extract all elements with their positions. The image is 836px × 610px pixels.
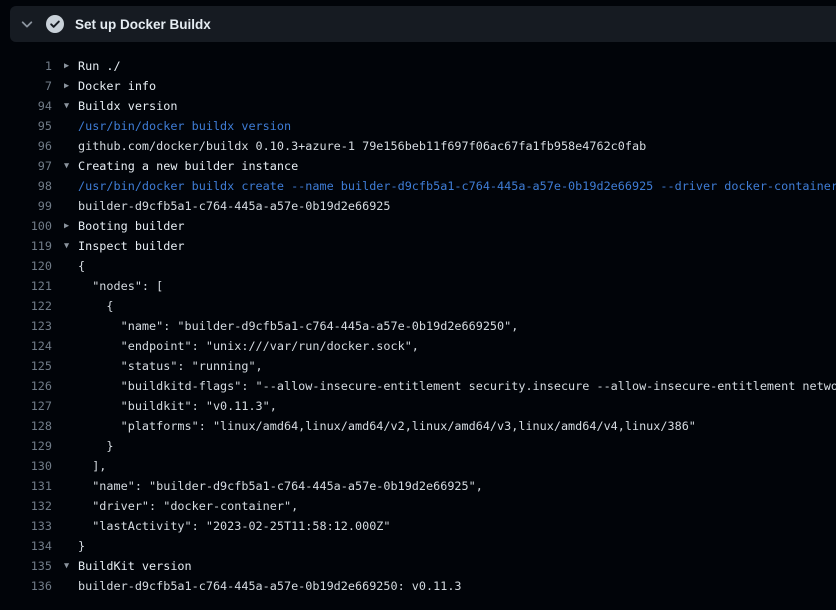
step-title: Set up Docker Buildx bbox=[75, 17, 211, 32]
group-toggle-icon[interactable]: ▼ bbox=[64, 156, 78, 176]
log-area: 1 ▶ Run ./ 7 ▶ Docker info 94 ▼ Buildx v… bbox=[0, 42, 836, 596]
log-line-text: github.com/docker/buildx 0.10.3+azure-1 … bbox=[78, 136, 646, 156]
log-line-text: Run ./ bbox=[78, 56, 121, 76]
log-line-number[interactable]: 1 bbox=[0, 56, 52, 76]
log-line-number[interactable]: 97 bbox=[0, 156, 52, 176]
log-line-text: { bbox=[78, 256, 85, 276]
log-line-number[interactable]: 126 bbox=[0, 376, 52, 396]
log-line: 120 { bbox=[0, 256, 836, 276]
log-line: 124 "endpoint": "unix:///var/run/docker.… bbox=[0, 336, 836, 356]
group-toggle-icon[interactable]: ▶ bbox=[64, 216, 78, 236]
log-line: 136 builder-d9cfb5a1-c764-445a-a57e-0b19… bbox=[0, 576, 836, 596]
log-line-text: "buildkitd-flags": "--allow-insecure-ent… bbox=[78, 376, 836, 396]
log-line-text: "name": "builder-d9cfb5a1-c764-445a-a57e… bbox=[78, 476, 483, 496]
log-line-text: "name": "builder-d9cfb5a1-c764-445a-a57e… bbox=[78, 316, 518, 336]
log-line-text: ], bbox=[78, 456, 106, 476]
log-line-number[interactable]: 95 bbox=[0, 116, 52, 136]
log-line-number[interactable]: 130 bbox=[0, 456, 52, 476]
log-line: 131 "name": "builder-d9cfb5a1-c764-445a-… bbox=[0, 476, 836, 496]
log-line-number[interactable]: 120 bbox=[0, 256, 52, 276]
log-line-number[interactable]: 99 bbox=[0, 196, 52, 216]
log-line-number[interactable]: 128 bbox=[0, 416, 52, 436]
log-line-number[interactable]: 121 bbox=[0, 276, 52, 296]
log-line: 133 "lastActivity": "2023-02-25T11:58:12… bbox=[0, 516, 836, 536]
log-line: 121 "nodes": [ bbox=[0, 276, 836, 296]
log-line-text: "status": "running", bbox=[78, 356, 263, 376]
log-line: 128 "platforms": "linux/amd64,linux/amd6… bbox=[0, 416, 836, 436]
log-line: 126 "buildkitd-flags": "--allow-insecure… bbox=[0, 376, 836, 396]
log-line-text: Buildx version bbox=[78, 96, 177, 116]
log-line-number[interactable]: 135 bbox=[0, 556, 52, 576]
log-line-number[interactable]: 119 bbox=[0, 236, 52, 256]
log-line-text: BuildKit version bbox=[78, 556, 192, 576]
log-line-text: { bbox=[78, 296, 114, 316]
group-toggle-icon[interactable]: ▶ bbox=[64, 56, 78, 76]
log-line-text: } bbox=[78, 436, 114, 456]
log-line: 95 /usr/bin/docker buildx version bbox=[0, 116, 836, 136]
log-line-text: "platforms": "linux/amd64,linux/amd64/v2… bbox=[78, 416, 696, 436]
log-line: 125 "status": "running", bbox=[0, 356, 836, 376]
log-line-text: builder-d9cfb5a1-c764-445a-a57e-0b19d2e6… bbox=[78, 196, 391, 216]
log-line: 96 github.com/docker/buildx 0.10.3+azure… bbox=[0, 136, 836, 156]
log-line-number[interactable]: 123 bbox=[0, 316, 52, 336]
log-line-text: "nodes": [ bbox=[78, 276, 163, 296]
log-line: 129 } bbox=[0, 436, 836, 456]
log-line-text: builder-d9cfb5a1-c764-445a-a57e-0b19d2e6… bbox=[78, 576, 462, 596]
log-line-number[interactable]: 133 bbox=[0, 516, 52, 536]
log-line-text: "buildkit": "v0.11.3", bbox=[78, 396, 277, 416]
log-line-number[interactable]: 124 bbox=[0, 336, 52, 356]
log-line-text: /usr/bin/docker buildx version bbox=[78, 116, 291, 136]
group-toggle-icon[interactable]: ▼ bbox=[64, 236, 78, 256]
log-line-number[interactable]: 132 bbox=[0, 496, 52, 516]
log-line[interactable]: 94 ▼ Buildx version bbox=[0, 96, 836, 116]
log-line: 98 /usr/bin/docker buildx create --name … bbox=[0, 176, 836, 196]
log-line-number[interactable]: 122 bbox=[0, 296, 52, 316]
log-line-number[interactable]: 100 bbox=[0, 216, 52, 236]
log-line-number[interactable]: 129 bbox=[0, 436, 52, 456]
group-toggle-icon[interactable]: ▼ bbox=[64, 556, 78, 576]
log-line-text: Booting builder bbox=[78, 216, 185, 236]
log-line-number[interactable]: 134 bbox=[0, 536, 52, 556]
log-line-number[interactable]: 96 bbox=[0, 136, 52, 156]
log-line-text: "lastActivity": "2023-02-25T11:58:12.000… bbox=[78, 516, 391, 536]
log-line[interactable]: 119 ▼ Inspect builder bbox=[0, 236, 836, 256]
log-line: 122 { bbox=[0, 296, 836, 316]
log-line-text: /usr/bin/docker buildx create --name bui… bbox=[78, 176, 836, 196]
log-line: 132 "driver": "docker-container", bbox=[0, 496, 836, 516]
log-line: 130 ], bbox=[0, 456, 836, 476]
log-line-number[interactable]: 127 bbox=[0, 396, 52, 416]
log-line[interactable]: 100 ▶ Booting builder bbox=[0, 216, 836, 236]
log-line-text: Inspect builder bbox=[78, 236, 185, 256]
log-line-number[interactable]: 136 bbox=[0, 576, 52, 596]
log-line: 134 } bbox=[0, 536, 836, 556]
log-line-number[interactable]: 125 bbox=[0, 356, 52, 376]
log-line-text: Docker info bbox=[78, 76, 156, 96]
log-line-number[interactable]: 131 bbox=[0, 476, 52, 496]
log-line-number[interactable]: 98 bbox=[0, 176, 52, 196]
log-line-text: } bbox=[78, 536, 85, 556]
chevron-down-icon[interactable] bbox=[19, 16, 35, 32]
log-line: 127 "buildkit": "v0.11.3", bbox=[0, 396, 836, 416]
log-line[interactable]: 7 ▶ Docker info bbox=[0, 76, 836, 96]
log-line-number[interactable]: 7 bbox=[0, 76, 52, 96]
log-line-text: "driver": "docker-container", bbox=[78, 496, 298, 516]
log-line[interactable]: 97 ▼ Creating a new builder instance bbox=[0, 156, 836, 176]
step-header[interactable]: Set up Docker Buildx bbox=[10, 6, 836, 42]
group-toggle-icon[interactable]: ▼ bbox=[64, 96, 78, 116]
log-line[interactable]: 1 ▶ Run ./ bbox=[0, 56, 836, 76]
log-line-text: "endpoint": "unix:///var/run/docker.sock… bbox=[78, 336, 419, 356]
log-line: 99 builder-d9cfb5a1-c764-445a-a57e-0b19d… bbox=[0, 196, 836, 216]
log-line: 123 "name": "builder-d9cfb5a1-c764-445a-… bbox=[0, 316, 836, 336]
group-toggle-icon[interactable]: ▶ bbox=[64, 76, 78, 96]
log-line-number[interactable]: 94 bbox=[0, 96, 52, 116]
check-circle-icon bbox=[46, 15, 64, 33]
log-line-text: Creating a new builder instance bbox=[78, 156, 298, 176]
log-line[interactable]: 135 ▼ BuildKit version bbox=[0, 556, 836, 576]
